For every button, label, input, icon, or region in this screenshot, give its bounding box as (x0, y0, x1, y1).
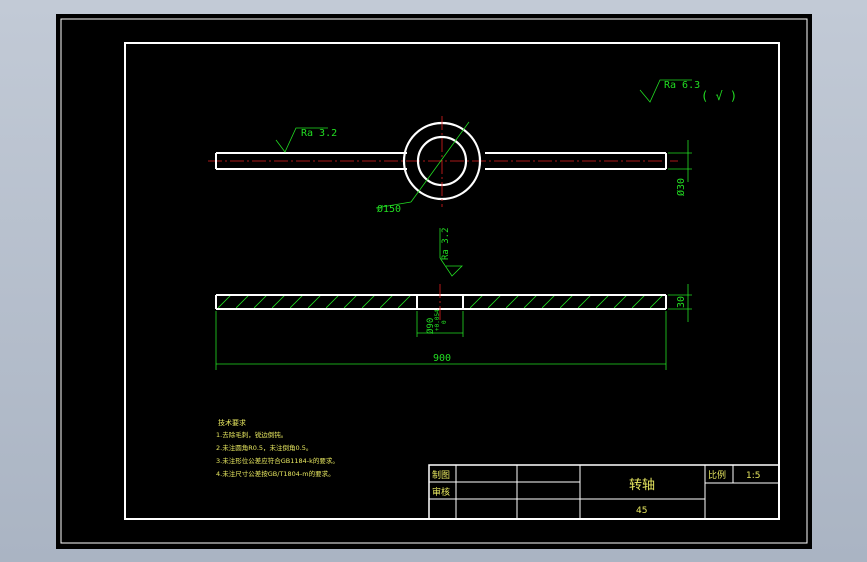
section-hatch-right (463, 295, 666, 309)
tb-scale-label: 比例 (708, 469, 726, 481)
general-roughness: Ra 6.3 ( √ ) (639, 79, 737, 103)
note-item-2: 2.未注圆角R0.5，未注倒角0.5。 (216, 443, 312, 452)
bore-tol-lower: 0 (441, 320, 448, 324)
tb-checked-label: 审核 (432, 486, 450, 498)
tb-drawn-label: 制图 (432, 469, 450, 481)
top-view: Ø150 Ra 3.2 Ø30 (208, 116, 692, 215)
tb-scale-value: 1:5 (746, 471, 760, 481)
bore-tol-upper: +0.054 (434, 309, 441, 331)
title-block-frame (428, 464, 780, 520)
roughness-top-text: Ra 3.2 (301, 128, 337, 139)
drawing-canvas: Ra 6.3 ( √ ) Ø150 Ra 3.2 Ø30 Ra 3.2 30 Ø… (56, 14, 812, 549)
note-item-3: 3.未注形位公差应符合GB1184-k的要求。 (216, 456, 339, 465)
technical-notes: 技术要求 1.去除毛刺，锐边倒钝。 2.未注圆角R0.5，未注倒角0.5。 3.… (216, 418, 339, 478)
roughness-section-text: Ra 3.2 (441, 227, 451, 260)
tb-part-name: 转轴 (629, 478, 655, 493)
top-thickness-label: Ø30 (675, 178, 687, 196)
ring-diameter-label: Ø150 (377, 203, 401, 215)
drawing-svg: Ra 6.3 ( √ ) Ø150 Ra 3.2 Ø30 Ra 3.2 30 Ø… (60, 18, 808, 544)
notes-title: 技术要求 (218, 418, 246, 427)
tb-material: 45 (636, 506, 647, 516)
overall-length-label: 900 (433, 353, 451, 364)
roughness-general-text: Ra 6.3 (664, 80, 700, 91)
diameter-leader (410, 121, 470, 203)
section-hatch-left (216, 295, 417, 309)
roughness-general-brackets: ( √ ) (701, 89, 737, 103)
note-item-4: 4.未注尺寸公差按GB/T1804-m的要求。 (216, 469, 335, 478)
note-item-1: 1.去除毛刺，锐边倒钝。 (216, 430, 287, 439)
title-block: 制图 审核 转轴 比例 1:5 45 (428, 464, 780, 520)
section-thickness-label: 30 (676, 296, 687, 308)
section-view: Ra 3.2 30 Ø90 +0.054 0 900 (215, 227, 692, 370)
